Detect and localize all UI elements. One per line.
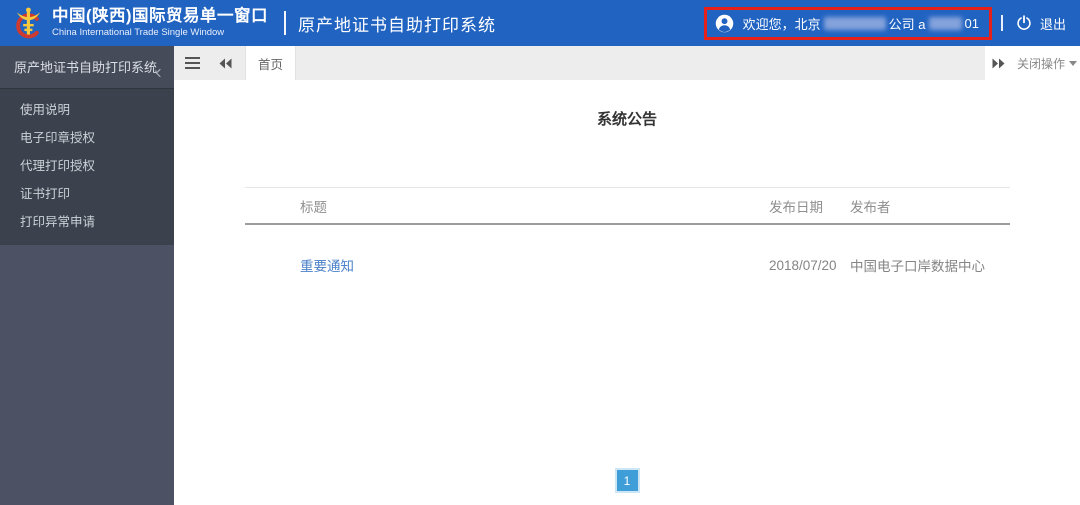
tab-home[interactable]: 首页 bbox=[245, 46, 297, 80]
scroll-tabs-left-icon[interactable] bbox=[219, 58, 232, 69]
column-header-publisher: 发布者 bbox=[850, 199, 891, 215]
sidebar: 原产地证书自助打印系统 使用说明 电子印章授权 代理打印授权 证书打印 打印异常… bbox=[0, 46, 174, 505]
logout-divider bbox=[1000, 15, 1003, 31]
column-header-date: 发布日期 bbox=[769, 199, 823, 215]
brand-title: 中国(陕西)国际贸易单一窗口 bbox=[52, 7, 268, 26]
brand-subtitle: China International Trade Single Window bbox=[52, 26, 225, 38]
customs-caduceus-logo-icon bbox=[10, 5, 47, 42]
logout-label: 退出 bbox=[1039, 16, 1066, 32]
title-divider bbox=[284, 11, 286, 35]
notice-publisher: 中国电子口岸数据中心 bbox=[850, 259, 985, 274]
sidebar-item-certificate-print[interactable]: 证书打印 bbox=[0, 180, 174, 208]
pagination: 1 bbox=[174, 468, 1080, 493]
column-header-title: 标题 bbox=[300, 199, 327, 215]
notice-date: 2018/07/20 bbox=[769, 257, 837, 273]
page-button-1[interactable]: 1 bbox=[614, 468, 640, 493]
scroll-tabs-right-icon[interactable] bbox=[992, 58, 1005, 69]
annotation-box: 欢迎您，北京 公司 a 01 bbox=[703, 6, 992, 40]
notice-link[interactable]: 重要通知 bbox=[300, 259, 354, 274]
welcome-text: 欢迎您，北京 bbox=[742, 16, 821, 32]
table-header-row: 标题 发布日期 发布者 bbox=[245, 187, 1010, 225]
sidebar-item-eseal-authorization[interactable]: 电子印章授权 bbox=[0, 124, 174, 152]
app-title: 原产地证书自助打印系统 bbox=[298, 15, 496, 35]
top-header: 中国(陕西)国际贸易单一窗口 China International Trade… bbox=[0, 0, 1080, 46]
main-content: 系统公告 标题 发布日期 发布者 重要通知 2018/07/20 中国电子口岸数… bbox=[174, 80, 1080, 505]
brand-text: 中国(陕西)国际贸易单一窗口 China International Trade… bbox=[52, 7, 268, 38]
sidebar-item-print-exception-request[interactable]: 打印异常申请 bbox=[0, 208, 174, 236]
redacted-account bbox=[928, 16, 962, 30]
brand: 中国(陕西)国际贸易单一窗口 China International Trade… bbox=[0, 5, 496, 42]
sidebar-menu: 使用说明 电子印章授权 代理打印授权 证书打印 打印异常申请 bbox=[0, 88, 174, 245]
table-row: 重要通知 2018/07/20 中国电子口岸数据中心 bbox=[245, 255, 1010, 275]
caret-down-icon bbox=[1069, 60, 1078, 66]
sidebar-item-usage-instructions[interactable]: 使用说明 bbox=[0, 96, 174, 124]
menu-toggle-icon[interactable] bbox=[185, 54, 200, 72]
company-label: 公司 a bbox=[888, 16, 926, 32]
close-operations-label: 关闭操作 bbox=[1017, 56, 1066, 71]
sidebar-title: 原产地证书自助打印系统 bbox=[14, 60, 158, 75]
user-avatar-icon bbox=[715, 14, 734, 33]
chevron-left-icon[interactable] bbox=[155, 68, 165, 78]
sidebar-header[interactable]: 原产地证书自助打印系统 bbox=[0, 46, 174, 88]
sidebar-item-agent-print-authorization[interactable]: 代理打印授权 bbox=[0, 152, 174, 180]
tab-bar-right-panel: 关闭操作 bbox=[985, 46, 1080, 80]
logout-button[interactable]: 退出 bbox=[1016, 14, 1066, 33]
close-operations-dropdown[interactable]: 关闭操作 bbox=[1017, 55, 1078, 72]
account-suffix: 01 bbox=[964, 15, 979, 31]
page-title: 系统公告 bbox=[596, 111, 657, 128]
announcement-table: 标题 发布日期 发布者 重要通知 2018/07/20 中国电子口岸数据中心 bbox=[245, 187, 1010, 275]
user-area: 欢迎您，北京 公司 a 01 退出 bbox=[703, 6, 1080, 40]
tab-home-label: 首页 bbox=[258, 57, 284, 72]
redacted-company-name bbox=[823, 16, 886, 30]
tab-bar: 首页 关闭操作 bbox=[174, 46, 1080, 80]
power-icon bbox=[1016, 15, 1032, 31]
